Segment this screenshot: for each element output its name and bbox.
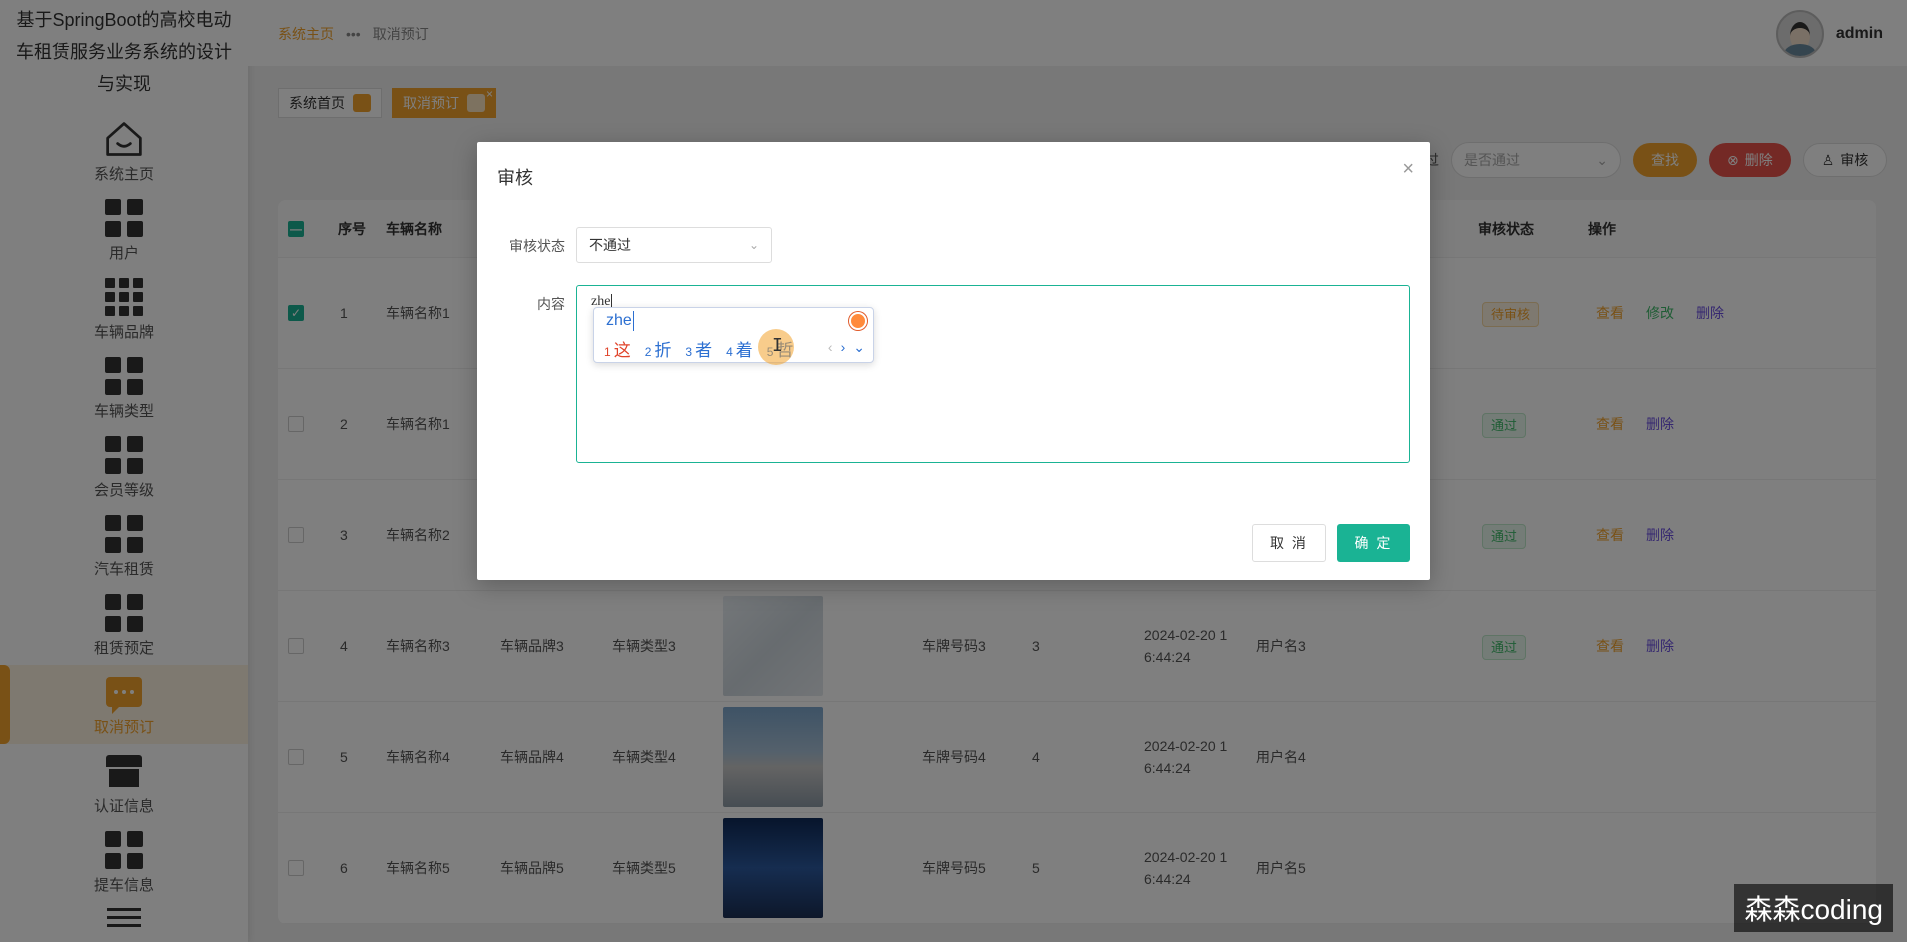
dialog-title: 审核 [497,168,533,188]
watermark: 森森coding [1734,884,1893,932]
ime-expand-icon[interactable]: ⌄ [853,339,865,356]
status-label: 审核状态 [509,238,565,254]
audit-status-select[interactable]: 不通过 ⌄ [576,227,772,263]
ime-page-nav: ‹ › ⌄ [828,339,865,356]
content-label: 内容 [537,296,565,312]
close-icon[interactable]: × [1402,158,1414,181]
ime-candidate[interactable]: 2折 [645,336,672,361]
ime-candidate[interactable]: 3者 [685,336,712,361]
ime-prev-icon[interactable]: ‹ [828,339,833,356]
ime-composition: zhe [606,311,634,331]
confirm-button[interactable]: 确 定 [1337,524,1410,562]
ime-logo-icon[interactable] [849,312,867,330]
ime-candidate[interactable]: 4着 [726,336,753,361]
chevron-down-icon: ⌄ [748,238,759,252]
ime-candidate[interactable]: 1这 [604,336,631,361]
ibeam-cursor-icon: I [772,335,783,356]
audit-status-value: 不通过 [589,237,631,253]
cancel-button[interactable]: 取 消 [1252,524,1326,562]
ime-next-icon[interactable]: › [841,339,846,356]
ime-candidate-window: zhe 1这 2折 3者 4着 5哲 ‹ › ⌄ [593,307,874,363]
